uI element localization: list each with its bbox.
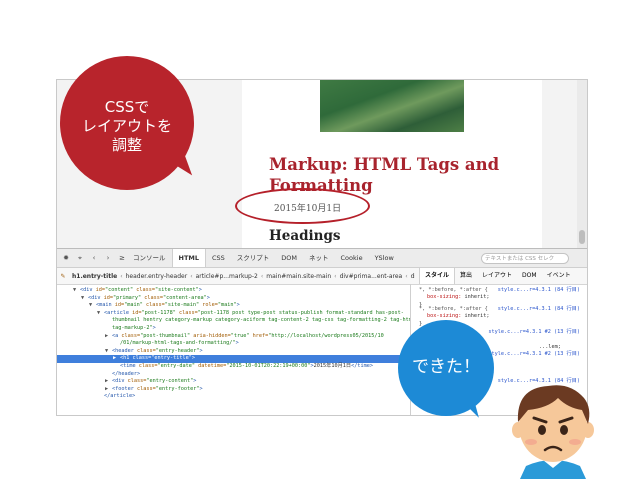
inspect-icon[interactable]: ⌖ xyxy=(75,254,85,263)
tree-node[interactable]: /01/markup-html-tags-and-formatting/"> xyxy=(57,340,410,348)
side-panel-tab[interactable]: スタイル xyxy=(419,268,456,284)
forward-icon[interactable]: › xyxy=(103,254,113,262)
rule-source-link[interactable]: style.c...r=4.3.1 (84 行目) xyxy=(498,287,580,294)
side-panel-tab[interactable]: 算出 xyxy=(455,268,477,284)
breadcrumb-item[interactable]: main#main.site-main xyxy=(263,273,334,280)
tree-node[interactable]: ▶ <div class="entry-content"> xyxy=(57,378,410,386)
twisty-icon[interactable]: ▶ xyxy=(105,333,112,341)
html-tree[interactable]: ▼ <div id="content" class="site-content">… xyxy=(57,284,410,415)
twisty-icon[interactable]: ▶ xyxy=(113,355,120,363)
devtools-tab[interactable]: ネット xyxy=(303,249,335,267)
side-panel-tab[interactable]: レイアウト xyxy=(477,268,517,284)
tree-node[interactable]: ▶ <a class="post-thumbnail" aria-hidden="… xyxy=(57,333,410,341)
breadcrumb-item[interactable]: header.entry-header xyxy=(123,273,191,280)
callout-line-1: CSSで xyxy=(104,98,150,116)
devtools-tab[interactable]: スクリプト xyxy=(231,249,276,267)
firebug-icon[interactable]: ✹ xyxy=(61,254,71,262)
rule-source-link[interactable]: style.c...r=4.3.1 #2 (13 行目) xyxy=(488,329,580,336)
callout-text-done: できた！ xyxy=(412,357,480,377)
side-panel-tab[interactable]: DOM xyxy=(517,268,542,284)
devtools-tab[interactable]: HTML xyxy=(171,249,206,267)
twisty-icon[interactable]: ▶ xyxy=(105,378,112,386)
twisty-icon[interactable]: ▼ xyxy=(81,295,88,303)
devtools-tab[interactable]: CSS xyxy=(206,249,231,267)
twisty-icon[interactable]: ▶ xyxy=(105,386,112,394)
back-icon[interactable]: ‹ xyxy=(89,254,99,262)
devtools-tab[interactable]: YSlow xyxy=(369,249,400,267)
highlight-ellipse xyxy=(235,188,370,224)
tree-node[interactable]: thumbnail hentry category-markup categor… xyxy=(57,317,410,325)
callout-line-3: 調整 xyxy=(111,136,142,154)
tree-node[interactable]: ▶ <footer class="entry-footer"> xyxy=(57,386,410,394)
breadcrumb-item[interactable]: article#p...markup-2 xyxy=(193,273,261,280)
callout-text-css: CSSで レイアウトを 調整 xyxy=(60,98,194,155)
twisty-icon[interactable]: ▼ xyxy=(89,302,96,310)
boy-character-illustration xyxy=(512,385,594,479)
devtools-search-input[interactable]: テキストまたは CSS セレク xyxy=(481,252,569,264)
tree-node[interactable]: ▼ <header class="entry-header"> xyxy=(57,348,410,356)
side-panel-tab[interactable]: イベント xyxy=(542,268,576,284)
twisty-icon[interactable]: ▼ xyxy=(105,348,112,356)
selected-tree-node[interactable]: ▶ <h1 class="entry-title"> xyxy=(57,355,410,363)
command-line-icon[interactable]: ≥ xyxy=(117,254,127,262)
section-heading: Headings xyxy=(269,228,341,244)
devtools-tabbar: ✹ ⌖ ‹ › ≥ コンソール HTML CSS スクリプト DOM ネット Cookie Y… xyxy=(57,249,587,268)
tree-node[interactable]: ▼ <div id="content" class="site-content"> xyxy=(57,287,410,295)
devtools-tab[interactable]: Cookie xyxy=(335,249,369,267)
featured-image xyxy=(320,80,464,132)
side-panel-tabs: スタイル 算出 レイアウト DOM イベント xyxy=(415,268,576,284)
tree-node[interactable]: </article> xyxy=(57,393,410,401)
tree-node[interactable]: </header> xyxy=(57,371,410,379)
twisty-icon[interactable]: ▼ xyxy=(73,287,80,295)
breadcrumb-item[interactable]: h1.entry-title xyxy=(69,273,120,280)
breadcrumb-item[interactable]: div#prima...ent-area xyxy=(337,273,406,280)
tree-node[interactable]: <time class="entry-date" datetime="2015-… xyxy=(57,363,410,371)
edit-icon[interactable]: ✎ xyxy=(57,273,69,280)
devtools-tab[interactable]: コンソール xyxy=(127,249,172,267)
page-scrollbar[interactable] xyxy=(577,80,587,248)
devtools-tab[interactable]: DOM xyxy=(275,249,303,267)
twisty-icon[interactable]: ▼ xyxy=(97,310,104,318)
tree-node[interactable]: ▼ <main id="main" class="site-main" role=… xyxy=(57,302,410,310)
tree-node[interactable]: ▼ <article id="post-1178" class="post-117… xyxy=(57,310,410,318)
tree-node[interactable]: ▼ <div id="primary" class="content-area"> xyxy=(57,295,410,303)
callout-line-2: レイアウトを xyxy=(81,117,172,135)
scrollbar-thumb[interactable] xyxy=(579,230,585,244)
rule-source-link[interactable]: style.c...r=4.3.1 #2 (13 行目) xyxy=(488,351,580,358)
rule-source-link[interactable]: style.c...r=4.3.1 (84 行目) xyxy=(498,306,580,313)
tree-node[interactable]: tag-markup-2"> xyxy=(57,325,410,333)
